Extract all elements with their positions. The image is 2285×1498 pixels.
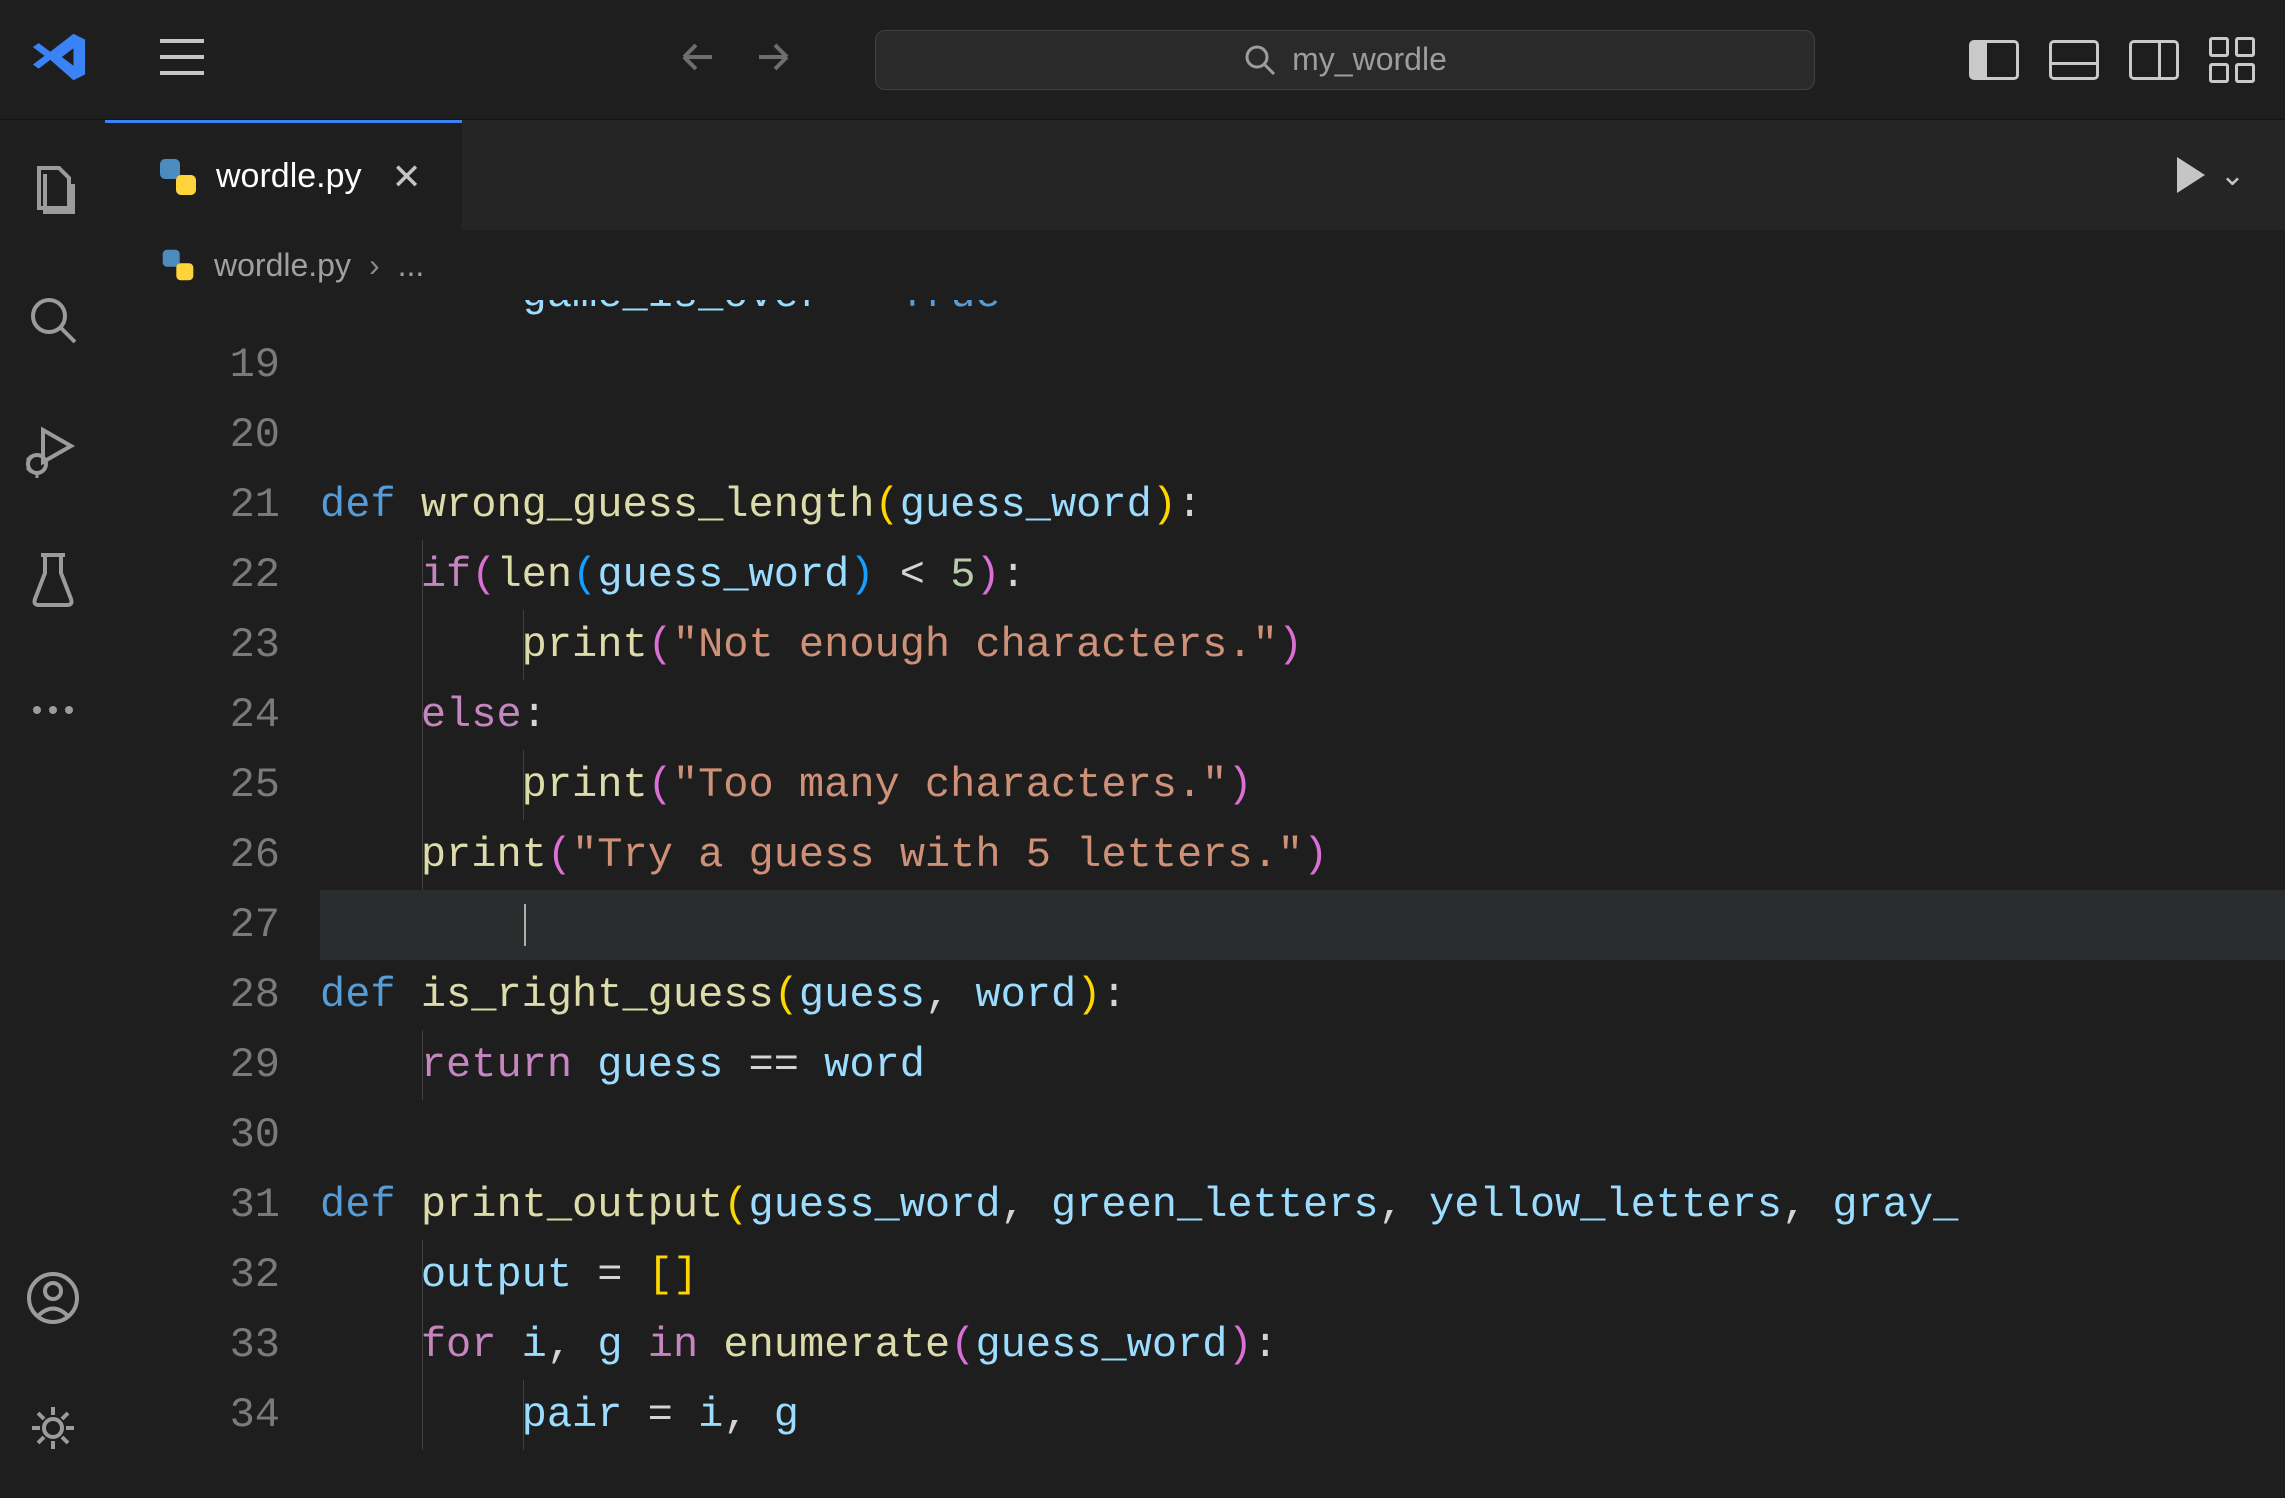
code-editor[interactable]: 19202122232425262728293031323334 game_is… (105, 300, 2285, 1498)
tab-filename: wordle.py (216, 157, 362, 196)
testing-icon[interactable] (23, 550, 83, 610)
more-icon[interactable] (23, 680, 83, 740)
breadcrumb-rest: ... (398, 247, 425, 284)
run-dropdown-chevron-icon[interactable]: ⌄ (2220, 158, 2245, 193)
settings-gear-icon[interactable] (23, 1398, 83, 1458)
explorer-icon[interactable] (23, 160, 83, 220)
nav-back-icon[interactable] (676, 36, 718, 83)
titlebar: my_wordle (0, 0, 2285, 120)
search-text: my_wordle (1292, 41, 1447, 78)
breadcrumbs[interactable]: wordle.py › ... (105, 230, 2285, 300)
command-center-search[interactable]: my_wordle (875, 30, 1815, 90)
editor-tabbar: wordle.py ✕ ⌄ (105, 120, 2285, 230)
activity-bar (0, 120, 105, 1498)
line-number-gutter: 19202122232425262728293031323334 (105, 300, 320, 1450)
layout-panel-bottom-icon[interactable] (2049, 40, 2099, 80)
search-icon (1243, 43, 1277, 77)
menu-hamburger-icon[interactable] (158, 37, 206, 82)
layout-customize-icon[interactable] (2209, 37, 2255, 83)
editor-tab-active[interactable]: wordle.py ✕ (105, 120, 462, 230)
python-file-icon (160, 159, 196, 195)
breadcrumb-sep-icon: › (369, 247, 380, 284)
search-activity-icon[interactable] (23, 290, 83, 350)
code-body[interactable]: game_is_over = Truedef wrong_guess_lengt… (320, 300, 2285, 1450)
accounts-icon[interactable] (23, 1268, 83, 1328)
tab-close-icon[interactable]: ✕ (392, 156, 422, 198)
nav-forward-icon[interactable] (753, 36, 795, 83)
vscode-logo-icon (30, 28, 88, 91)
python-file-icon (163, 250, 194, 281)
layout-sidebar-left-icon[interactable] (1969, 40, 2019, 80)
editor-area: wordle.py ✕ ⌄ wordle.py › ... 1920212223… (105, 120, 2285, 1498)
run-file-icon[interactable] (2177, 157, 2205, 193)
breadcrumb-file: wordle.py (214, 247, 351, 284)
run-debug-icon[interactable] (23, 420, 83, 480)
layout-sidebar-right-icon[interactable] (2129, 40, 2179, 80)
